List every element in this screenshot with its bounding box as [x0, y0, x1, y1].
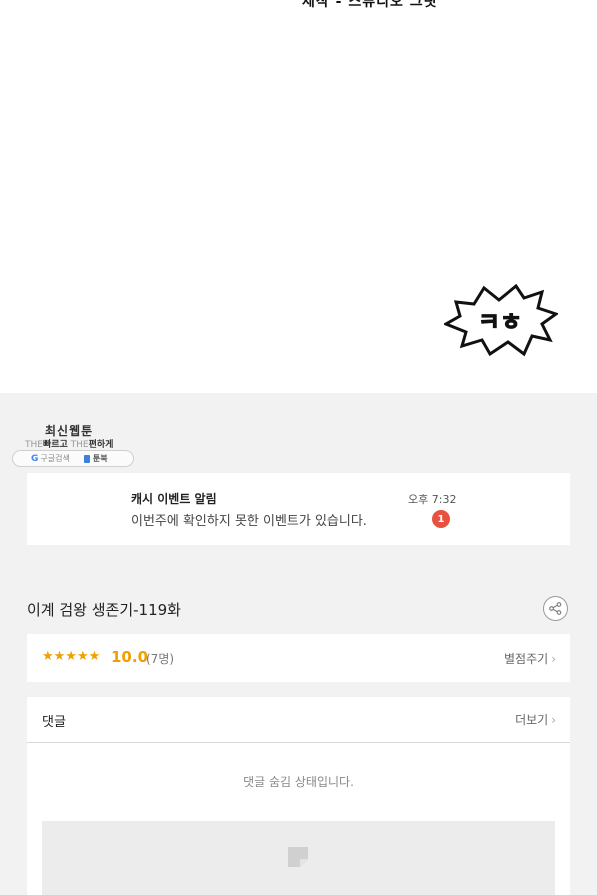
chevron-right-icon: ›	[551, 713, 556, 727]
comic-credit-text: 제작 - 스튜디오 그릿	[302, 0, 438, 10]
comments-label: 댓글	[42, 715, 66, 730]
share-button[interactable]	[543, 596, 568, 621]
svg-text:ㅋㅎ: ㅋㅎ	[478, 308, 522, 336]
logo-tag-fast: 빠르고	[42, 440, 68, 450]
episode-title: 이계 검왕 생존기-119화	[27, 601, 181, 619]
cash-event-notification[interactable]: 캐시 이벤트 알림 이번주에 확인하지 못한 이벤트가 있습니다. 오후 7:3…	[27, 473, 570, 545]
logo-tag-the-2: THE	[70, 440, 89, 450]
comic-panel: 제작 - 스튜디오 그릿 ㅋㅎ	[0, 0, 597, 393]
comments-more-button[interactable]: 더보기 ›	[515, 711, 556, 728]
chevron-right-icon: ›	[551, 652, 556, 666]
comments-hidden-message: 댓글 숨김 상태입니다.	[243, 775, 354, 789]
rating-card: ★★★★★ 10.0 (7명) 별점주기 ›	[27, 634, 570, 682]
google-icon: G	[31, 453, 39, 464]
toonbook-label: 툰북	[92, 454, 108, 463]
site-logo[interactable]: 최신웹툰 THE빠르고 THE편하게 G 구글검색 툰북	[12, 421, 134, 469]
logo-search-pill[interactable]: G 구글검색 툰북	[12, 450, 134, 467]
notification-badge: 1	[432, 510, 450, 528]
ad-placeholder[interactable]	[42, 821, 555, 895]
rating-score: 10.0	[111, 648, 149, 666]
rate-button[interactable]: 별점주기 ›	[504, 650, 556, 667]
rating-count: (7명)	[146, 652, 175, 666]
image-placeholder-icon	[288, 847, 308, 867]
rate-label: 별점주기	[504, 652, 549, 666]
logo-tagline: THE빠르고 THE편하게	[25, 437, 113, 450]
logo-tag-the-1: THE	[25, 440, 43, 450]
book-icon	[83, 454, 90, 463]
logo-tag-easy: 편하게	[88, 440, 114, 450]
google-search-label: 구글검색	[40, 454, 70, 463]
star-rating-icon: ★★★★★	[42, 649, 101, 664]
more-label: 더보기	[515, 713, 549, 727]
share-icon	[549, 602, 562, 615]
notification-message: 이번주에 확인하지 못한 이벤트가 있습니다.	[131, 514, 367, 529]
divider	[27, 742, 570, 743]
notification-title: 캐시 이벤트 알림	[131, 492, 217, 506]
comments-section: 댓글 더보기 › 댓글 숨김 상태입니다.	[27, 697, 570, 895]
sfx-burst-icon: ㅋㅎ	[444, 284, 558, 357]
notification-time: 오후 7:32	[408, 493, 457, 506]
